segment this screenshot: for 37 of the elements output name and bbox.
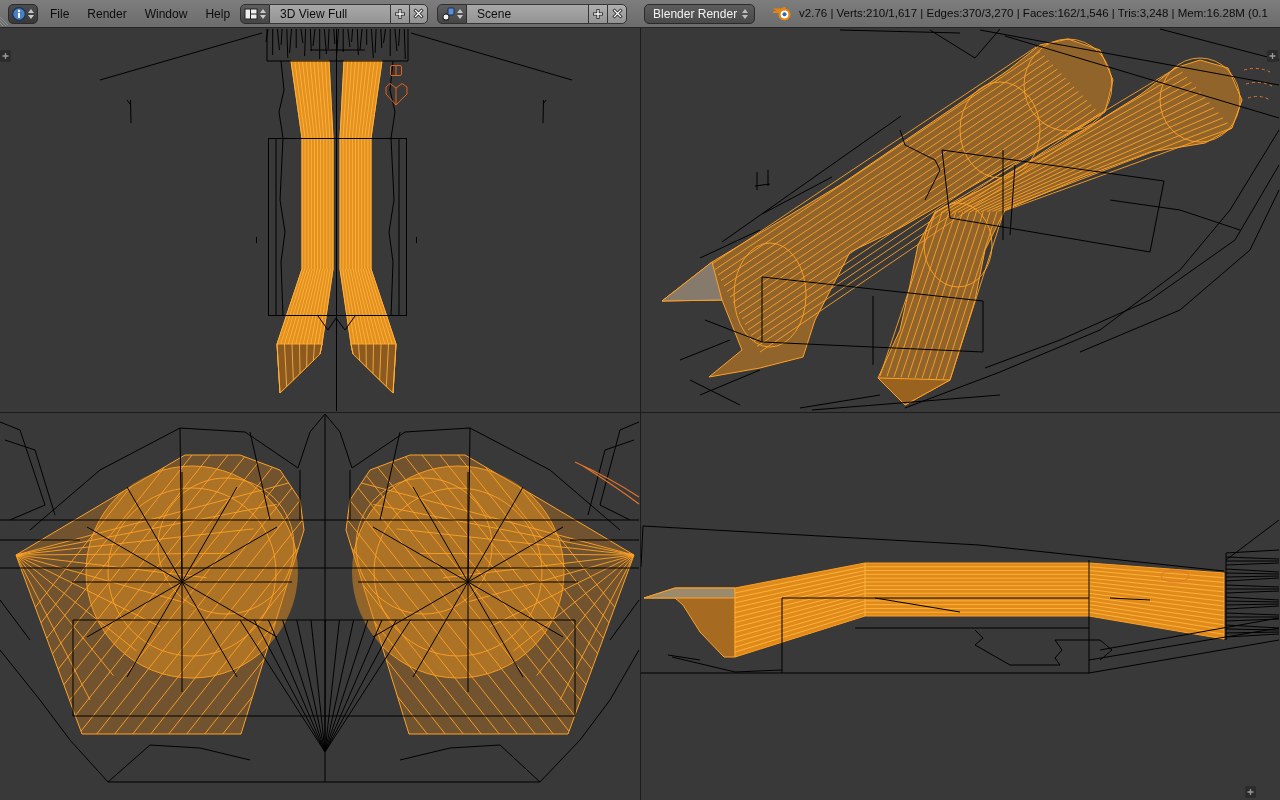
scene-name-field[interactable]: Scene [467, 3, 589, 24]
updown-icon [457, 7, 464, 20]
scene-stats-text: v2.76 | Verts:210/1,617 | Edges:370/3,270 | Faces:162/1,546 | Tris:3,248 | Mem:16.28M (0.1 [799, 5, 1268, 21]
heart-outline-icon [385, 83, 408, 106]
close-button[interactable] [607, 3, 628, 24]
dashed-arc-icon [1243, 67, 1273, 101]
add-button[interactable] [390, 3, 410, 24]
plus-icon [592, 7, 605, 20]
updown-icon [260, 7, 267, 20]
scene-objects-icon [441, 6, 456, 21]
square-outline-icon [390, 65, 402, 76]
menu-item[interactable]: Window [136, 1, 196, 26]
add-button[interactable] [588, 3, 608, 24]
plus-icon[interactable] [1267, 50, 1278, 62]
close-button[interactable] [409, 3, 429, 24]
scene-type-button[interactable] [437, 3, 468, 24]
plus-icon[interactable] [1245, 786, 1256, 798]
editor-type-button[interactable] [8, 3, 38, 24]
plus-icon[interactable] [0, 50, 11, 62]
screen-layout-field[interactable]: 3D View Full [270, 3, 391, 24]
plus-icon [394, 7, 407, 20]
menu-item[interactable]: Help [197, 1, 239, 26]
viewport[interactable] [641, 413, 1280, 800]
layout-icon [244, 7, 259, 20]
updown-icon [742, 7, 749, 20]
close-icon [611, 8, 623, 19]
menu-item[interactable]: File [42, 1, 78, 26]
close-icon [413, 8, 425, 19]
info-icon [12, 6, 26, 21]
menu-item[interactable]: Render [79, 1, 135, 26]
corner-hatch-icon [0, 16, 8, 26]
logo-icon [773, 6, 792, 21]
layout-type-button[interactable] [240, 3, 271, 24]
viewport[interactable] [0, 28, 640, 412]
selected-edge-drawing [574, 461, 640, 505]
render-engine-dropdown[interactable]: Blender Render [644, 3, 756, 24]
updown-icon [28, 7, 34, 20]
